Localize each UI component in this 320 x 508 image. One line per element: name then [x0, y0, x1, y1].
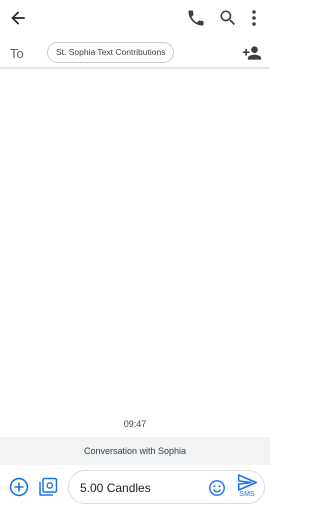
more-vert-icon[interactable] — [246, 8, 262, 28]
add-attachment-icon[interactable] — [9, 477, 29, 497]
recipient-row: To St. Sophia Text Contributions — [0, 38, 270, 68]
message-timestamp: 09:47 — [123, 419, 147, 429]
conversation-banner: Conversation with Sophia — [0, 437, 270, 465]
emoji-icon[interactable] — [208, 479, 226, 497]
person-add-icon[interactable] — [242, 43, 262, 63]
gallery-icon[interactable] — [38, 477, 58, 497]
search-icon[interactable] — [218, 8, 238, 28]
message-input[interactable]: 5.00 Candles SMS — [68, 470, 265, 504]
phone-icon[interactable] — [186, 8, 206, 28]
top-app-bar — [0, 0, 270, 36]
send-sms-button[interactable]: SMS — [235, 474, 259, 502]
send-type-label: SMS — [239, 491, 255, 498]
back-arrow-icon[interactable] — [8, 8, 28, 28]
recipient-chip[interactable]: St. Sophia Text Contributions — [47, 42, 175, 63]
compose-bar: 5.00 Candles SMS — [0, 466, 270, 508]
message-text[interactable]: 5.00 Candles — [80, 481, 151, 495]
to-label: To — [10, 46, 24, 61]
send-icon — [237, 474, 257, 491]
header-divider — [0, 67, 270, 70]
